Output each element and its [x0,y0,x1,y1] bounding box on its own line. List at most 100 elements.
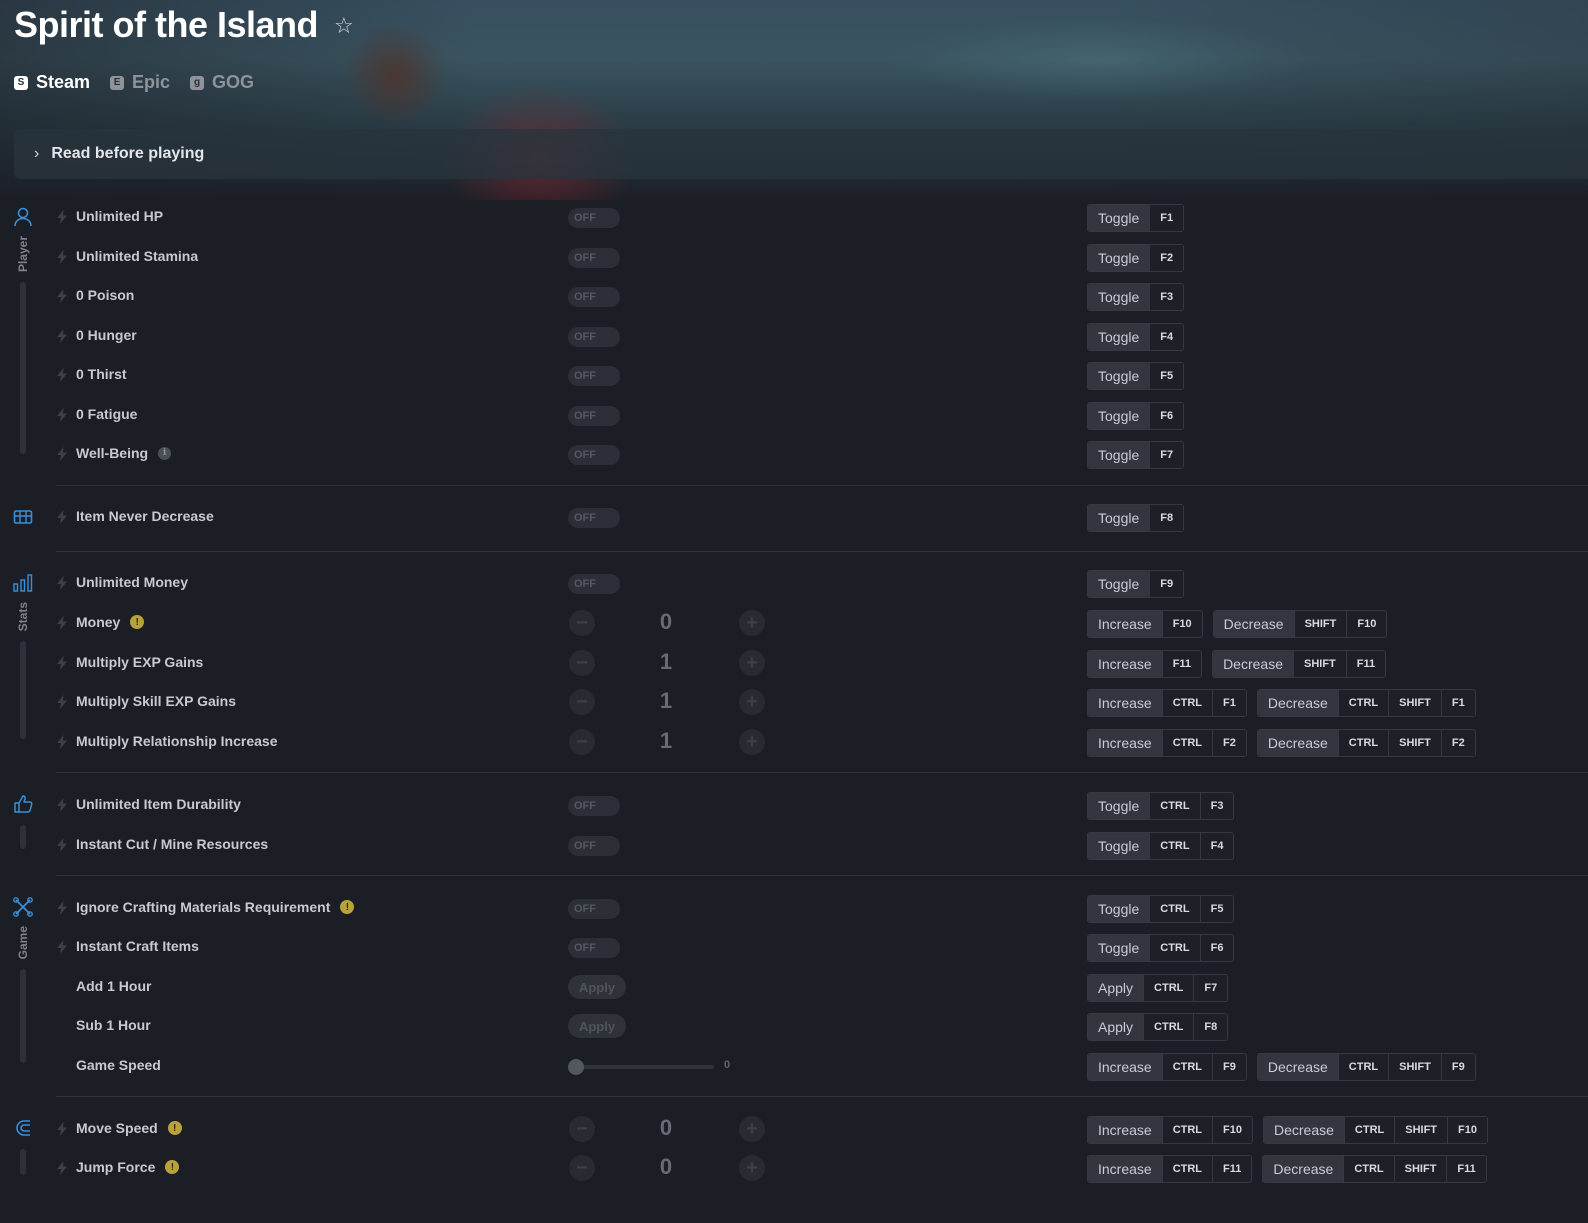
cheat-toggle[interactable]: OFF [568,445,620,465]
category-label: Game [16,926,30,960]
warning-icon[interactable]: ! [130,615,145,629]
minus-icon[interactable]: − [569,610,595,636]
hotkey-increase[interactable]: Increase CTRL F11 [1087,1155,1253,1183]
cheat-name-text: Add 1 Hour [76,978,152,994]
platform-tab-steam[interactable]: S Steam [14,72,90,93]
cheat-row-unlimited-stamina: Unlimited Stamina OFF Toggle F2 [56,242,1556,272]
hotkey-toggle[interactable]: Toggle F7 [1087,441,1185,469]
read-before-playing-bar[interactable]: › Read before playing [14,129,1588,179]
apply-button[interactable]: Apply [568,1014,626,1038]
cheat-toggle[interactable]: OFF [568,574,620,594]
hotkey-increase[interactable]: Increase CTRL F2 [1087,729,1247,757]
platform-tab-gog[interactable]: g GOG [190,72,254,93]
speed-slider-track[interactable] [568,1065,714,1069]
cheat-name-text: Multiply EXP Gains [76,654,204,670]
platform-tab-epic[interactable]: E Epic [110,72,170,93]
hotkey-toggle[interactable]: Toggle CTRL F6 [1087,934,1235,962]
hotkey-toggle[interactable]: Toggle CTRL F4 [1087,832,1235,860]
toggle-state-label: OFF [574,331,596,343]
hotkey-increase[interactable]: Increase F10 [1087,610,1203,638]
lightning-bolt-icon [56,329,68,343]
hotkey-decrease[interactable]: Decrease CTRL SHIFT F1 [1256,689,1476,717]
hotkey-action-label: Toggle [1088,793,1150,819]
hotkey-toggle[interactable]: Toggle CTRL F5 [1087,895,1235,923]
hotkey-decrease[interactable]: Decrease CTRL SHIFT F10 [1263,1116,1488,1144]
warning-icon[interactable]: ! [167,1121,182,1135]
cheat-toggle[interactable]: OFF [568,248,620,268]
hotkey-toggle[interactable]: Toggle F1 [1087,204,1185,232]
hotkey-increase[interactable]: Increase CTRL F10 [1087,1116,1253,1144]
info-icon[interactable]: i [158,446,172,460]
platform-tab-label: Steam [36,72,91,92]
hotkey-decrease[interactable]: Decrease SHIFT F11 [1212,650,1387,678]
hotkey-action-label: Toggle [1088,896,1150,922]
key-f4: F4 [1149,324,1184,350]
hotkey-toggle[interactable]: Toggle F2 [1087,244,1185,272]
hotkey-increase[interactable]: Increase CTRL F1 [1087,689,1247,717]
plus-icon[interactable]: + [739,689,765,715]
thumbs-up-icon[interactable] [12,793,34,815]
warning-icon[interactable]: ! [165,1160,180,1174]
plus-icon[interactable]: + [739,729,765,755]
hotkey-bindings: Increase F11 Decrease SHIFT F11 [1087,650,1387,678]
lightning-bolt-icon [56,695,68,709]
hotkey-action-label: Increase [1088,611,1162,637]
hotkey-apply[interactable]: Apply CTRL F7 [1087,974,1229,1002]
hotkey-action-label: Decrease [1213,651,1293,677]
plus-icon[interactable]: + [739,650,765,676]
hotkey-toggle[interactable]: Toggle F8 [1087,504,1185,532]
hotkey-toggle[interactable]: Toggle F3 [1087,283,1185,311]
hotkey-action-label: Toggle [1088,571,1150,597]
apply-button[interactable]: Apply [568,975,626,999]
minus-icon[interactable]: − [569,689,595,715]
crossed-tools-icon[interactable] [12,896,34,918]
hotkey-action-label: Increase [1088,1156,1162,1182]
hotkey-toggle[interactable]: Toggle F5 [1087,362,1185,390]
hotkey-toggle[interactable]: Toggle F9 [1087,570,1185,598]
cheat-toggle[interactable]: OFF [568,899,620,919]
key-f8: F8 [1149,505,1184,531]
chest-icon[interactable] [12,506,34,528]
minus-icon[interactable]: − [569,650,595,676]
hotkey-toggle[interactable]: Toggle F4 [1087,323,1185,351]
minus-icon[interactable]: − [569,1116,595,1142]
hotkey-action-label: Increase [1088,690,1162,716]
hotkey-increase[interactable]: Increase CTRL F9 [1087,1053,1247,1081]
hotkey-increase[interactable]: Increase F11 [1087,650,1203,678]
hotkey-toggle[interactable]: Toggle F6 [1087,402,1185,430]
hotkey-decrease[interactable]: Decrease CTRL SHIFT F9 [1256,1053,1476,1081]
minus-icon[interactable]: − [569,1155,595,1181]
cheat-toggle[interactable]: OFF [568,796,620,816]
cheat-toggle[interactable]: OFF [568,366,620,386]
plus-icon[interactable]: + [739,1155,765,1181]
cheat-row-unlimited-item-durability: Unlimited Item Durability OFF Toggle CTRL F3 [56,790,1556,820]
plus-icon[interactable]: + [739,610,765,636]
favorite-star-icon[interactable]: ☆ [334,13,354,39]
magnet-icon[interactable] [12,1117,34,1139]
cheat-toggle[interactable]: OFF [568,327,620,347]
toggle-state-label: OFF [574,370,596,382]
category-scroll-indicator [20,282,26,455]
cheat-toggle[interactable]: OFF [568,836,620,856]
category-game: Game [12,896,34,1064]
hotkey-decrease[interactable]: Decrease CTRL SHIFT F2 [1256,729,1476,757]
cheat-toggle[interactable]: OFF [568,938,620,958]
plus-icon[interactable]: + [739,1116,765,1142]
cheat-toggle[interactable]: OFF [568,287,620,307]
cheat-toggle[interactable]: OFF [568,508,620,528]
hotkey-decrease[interactable]: Decrease SHIFT F10 [1212,610,1388,638]
toggle-state-label: OFF [574,252,596,264]
key-f11: F11 [1161,651,1202,677]
cheat-toggle[interactable]: OFF [568,406,620,426]
minus-icon[interactable]: − [569,729,595,755]
cheat-toggle[interactable]: OFF [568,208,620,228]
key-f9: F9 [1212,1054,1246,1080]
bar-chart-icon[interactable] [12,572,34,594]
hotkey-toggle[interactable]: Toggle CTRL F3 [1087,792,1235,820]
hotkey-apply[interactable]: Apply CTRL F8 [1087,1013,1229,1041]
lightning-bolt-icon [56,250,68,264]
person-icon[interactable] [12,206,34,228]
hotkey-decrease[interactable]: Decrease CTRL SHIFT F11 [1262,1155,1487,1183]
warning-icon[interactable]: ! [340,900,355,914]
speed-slider-handle[interactable] [568,1059,584,1075]
